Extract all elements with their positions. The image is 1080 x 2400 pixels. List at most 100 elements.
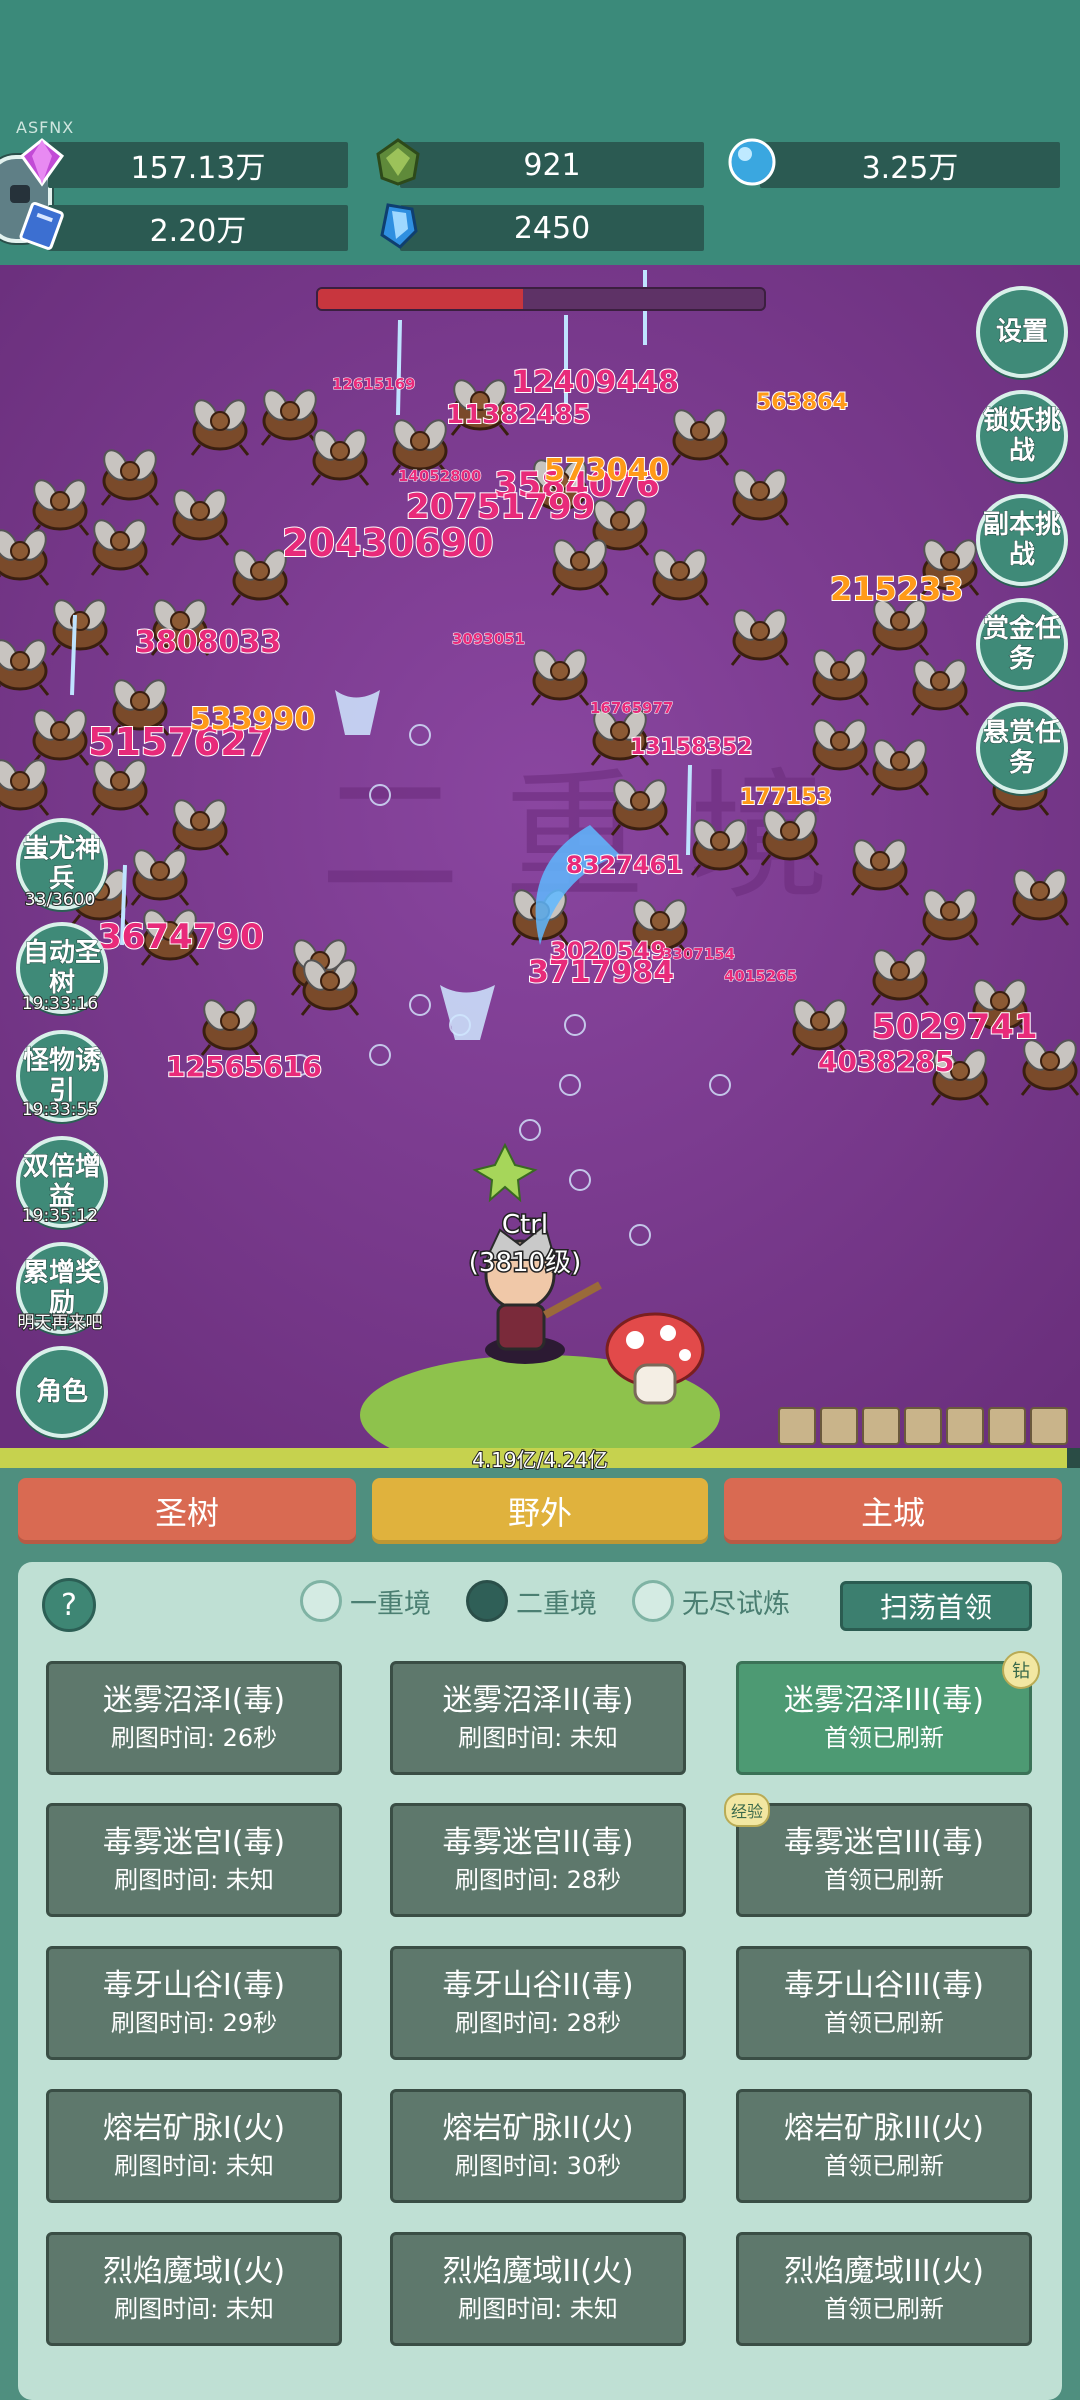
map-card[interactable]: 毒牙山谷I(毒) 刷图时间: 29秒	[46, 1946, 342, 2060]
monster-lure-timer: 19:33:55	[21, 1099, 99, 1121]
help-button[interactable]: ?	[42, 1578, 96, 1632]
damage-number: 13158352	[629, 734, 753, 761]
radio-endless-trial[interactable]: 无尽试炼	[632, 1576, 790, 1626]
damage-number: 3093051	[451, 630, 526, 649]
dungeon-challenge-button[interactable]: 副本挑战	[976, 494, 1068, 586]
radio-realm-one[interactable]: 一重境	[300, 1576, 431, 1626]
map-refresh-time: 刷图时间: 未知	[458, 2295, 618, 2323]
map-refresh-time: 刷图时间: 29秒	[110, 2009, 278, 2037]
map-card[interactable]: 毒雾迷宫III(毒) 首领已刷新	[736, 1803, 1032, 1917]
damage-number: 3307154	[661, 945, 736, 964]
resource-orb-value: 3.25万	[760, 142, 1060, 188]
chiyou-weapon-progress: 33/3600	[24, 889, 97, 911]
damage-number: 20430690	[281, 520, 495, 566]
map-name: 毒牙山谷III(毒)	[784, 1968, 984, 2003]
map-card[interactable]: 烈焰魔域II(火) 刷图时间: 未知	[390, 2232, 686, 2346]
skill-slot-icon[interactable]	[946, 1407, 984, 1445]
skill-slot-icon[interactable]	[988, 1407, 1026, 1445]
blue-shard-icon	[372, 199, 424, 251]
map-name: 迷雾沼泽III(毒)	[784, 1683, 984, 1718]
damage-number: 14052800	[398, 467, 482, 486]
skill-slot-icon[interactable]	[1030, 1407, 1068, 1445]
blue-orb-icon	[726, 136, 778, 188]
map-card[interactable]: 毒雾迷宫II(毒) 刷图时间: 28秒	[390, 1803, 686, 1917]
tab-holy-tree[interactable]: 圣树	[18, 1478, 356, 1544]
player-level: (3810级)	[467, 1247, 582, 1280]
skill-slot-icon[interactable]	[862, 1407, 900, 1445]
damage-number: 563864	[755, 389, 849, 416]
character-button[interactable]: 角色	[16, 1346, 108, 1438]
radio-dot[interactable]	[632, 1580, 674, 1622]
map-card[interactable]: 熔岩矿脉II(火) 刷图时间: 30秒	[390, 2089, 686, 2203]
damage-number: 533990	[189, 701, 316, 738]
map-card[interactable]: 熔岩矿脉III(火) 首领已刷新	[736, 2089, 1032, 2203]
damage-number: 3020549	[549, 936, 668, 966]
battle-field[interactable]: 二 重 境	[0, 265, 1080, 1455]
map-name: 烈焰魔域II(火)	[442, 2254, 634, 2289]
map-refresh-time: 刷图时间: 未知	[114, 2295, 274, 2323]
map-name: 毒雾迷宫I(毒)	[102, 1825, 286, 1860]
purple-gem-icon	[16, 136, 68, 188]
map-refresh-time: 刷图时间: 未知	[114, 2152, 274, 2180]
sweep-boss-button[interactable]: 扫荡首领	[840, 1581, 1032, 1631]
lock-demon-challenge-button[interactable]: 锁妖挑战	[976, 390, 1068, 482]
damage-number: 12565616	[165, 1049, 323, 1084]
map-card[interactable]: 毒牙山谷III(毒) 首领已刷新	[736, 1946, 1032, 2060]
map-refresh-time: 首领已刷新	[824, 2295, 944, 2323]
boss-health-fill	[318, 289, 524, 309]
damage-number: 177153	[739, 784, 833, 811]
map-refresh-time: 首领已刷新	[824, 2009, 944, 2037]
green-crystal-icon	[372, 136, 424, 188]
damage-number: 4015265	[723, 967, 798, 986]
settings-button[interactable]: 设置	[976, 286, 1068, 378]
map-reward-badge: 钻	[1002, 1651, 1040, 1689]
map-card[interactable]: 毒牙山谷II(毒) 刷图时间: 28秒	[390, 1946, 686, 2060]
damage-number: 3674790	[97, 916, 265, 958]
skill-slot-icon[interactable]	[820, 1407, 858, 1445]
damage-number: 8327461	[565, 850, 684, 880]
map-card[interactable]: 迷雾沼泽II(毒) 刷图时间: 未知	[390, 1661, 686, 1775]
radio-label: 一重境	[350, 1588, 431, 1620]
bounty-task-button[interactable]: 赏金任务	[976, 598, 1068, 690]
damage-number: 11382485	[445, 399, 592, 431]
map-name: 毒雾迷宫II(毒)	[442, 1825, 634, 1860]
map-reward-badge: 经验	[724, 1793, 770, 1827]
map-card[interactable]: 毒雾迷宫I(毒) 刷图时间: 未知	[46, 1803, 342, 1917]
map-refresh-time: 首领已刷新	[824, 1866, 944, 1894]
tab-main-city[interactable]: 主城	[724, 1478, 1062, 1544]
radio-label: 无尽试炼	[682, 1588, 790, 1620]
radio-dot[interactable]	[466, 1580, 508, 1622]
map-refresh-time: 刷图时间: 30秒	[454, 2152, 622, 2180]
map-refresh-time: 首领已刷新	[824, 1724, 944, 1752]
map-card[interactable]: 迷雾沼泽I(毒) 刷图时间: 26秒	[46, 1661, 342, 1775]
map-refresh-time: 刷图时间: 未知	[114, 1866, 274, 1894]
map-name: 熔岩矿脉I(火)	[102, 2111, 286, 2146]
resource-book-value: 2.20万	[48, 205, 348, 251]
tab-wild[interactable]: 野外	[372, 1478, 708, 1544]
map-card[interactable]: 熔岩矿脉I(火) 刷图时间: 未知	[46, 2089, 342, 2203]
blue-book-icon	[16, 199, 68, 251]
map-refresh-time: 首领已刷新	[824, 2152, 944, 2180]
map-card[interactable]: 迷雾沼泽III(毒) 首领已刷新	[736, 1661, 1032, 1775]
skill-slot-icon[interactable]	[904, 1407, 942, 1445]
map-name: 迷雾沼泽I(毒)	[102, 1683, 286, 1718]
map-card[interactable]: 烈焰魔域III(火) 首领已刷新	[736, 2232, 1032, 2346]
map-card[interactable]: 烈焰魔域I(火) 刷图时间: 未知	[46, 2232, 342, 2346]
map-name: 毒牙山谷I(毒)	[102, 1968, 286, 2003]
damage-number: 12409448	[511, 364, 680, 401]
damage-number: 16765977	[590, 699, 674, 718]
resource-crystal-value: 921	[400, 142, 704, 188]
radio-dot[interactable]	[300, 1580, 342, 1622]
damage-number: 4038285	[817, 1044, 955, 1079]
reward-task-button[interactable]: 悬赏任务	[976, 702, 1068, 794]
damage-number: 215233	[829, 569, 965, 609]
skill-slot-icon[interactable]	[778, 1407, 816, 1445]
player-name: Ctrl	[500, 1209, 549, 1242]
radio-realm-two[interactable]: 二重境	[466, 1576, 597, 1626]
damage-number: 573040	[543, 452, 670, 489]
map-name: 迷雾沼泽II(毒)	[442, 1683, 634, 1718]
resource-gem-value: 157.13万	[48, 142, 348, 188]
map-refresh-time: 刷图时间: 26秒	[110, 1724, 278, 1752]
map-refresh-time: 刷图时间: 未知	[458, 1724, 618, 1752]
damage-number: 3808033	[134, 624, 282, 661]
